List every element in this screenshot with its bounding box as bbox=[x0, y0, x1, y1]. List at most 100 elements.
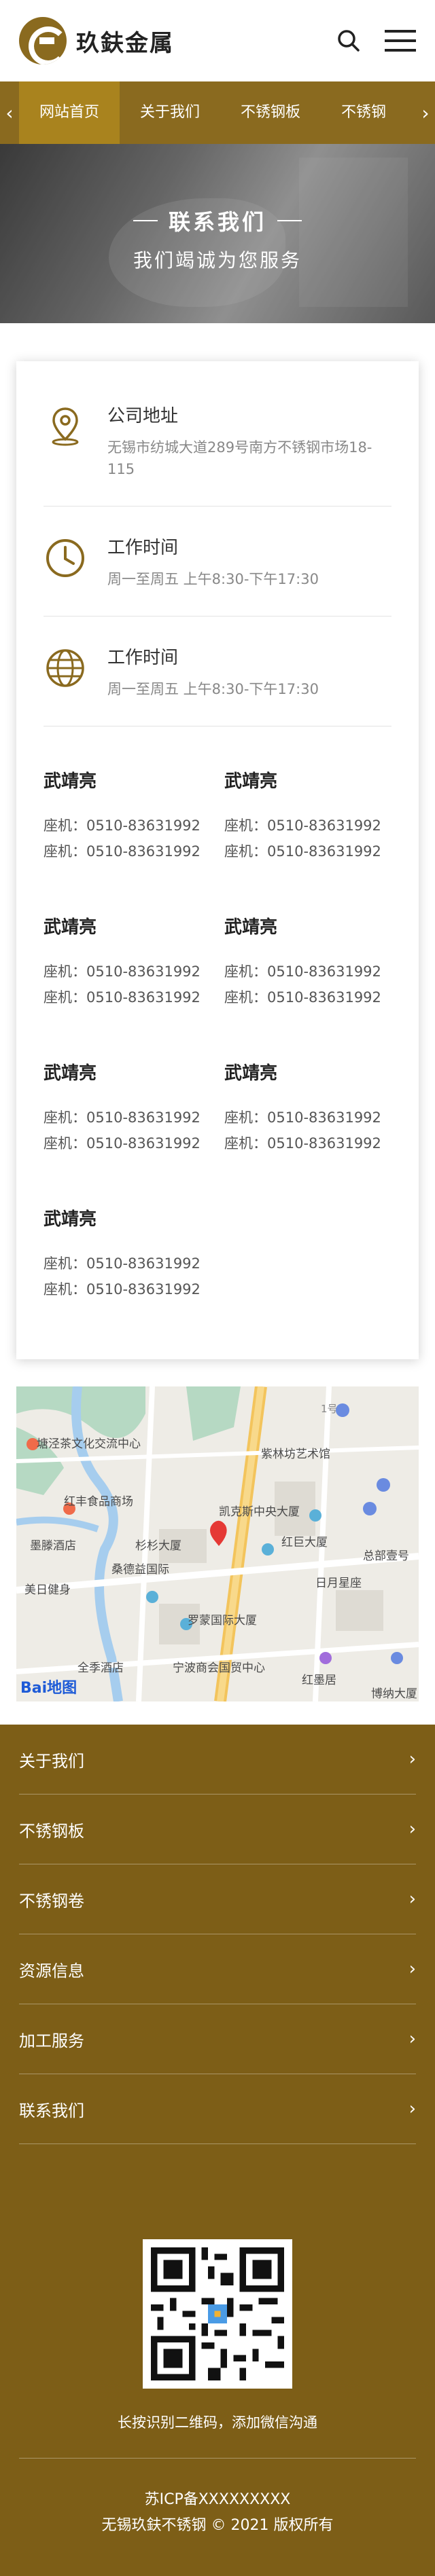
banner-content: 联系我们 我们竭诚为您服务 bbox=[0, 205, 435, 273]
footer-link-stainless-coil[interactable]: 不锈钢卷 › bbox=[19, 1864, 416, 1934]
address-text: 无锡市纺城大道289号南方不锈钢市场18-115 bbox=[107, 439, 372, 477]
hours-block-2: 工作时间 周一至周五 上午8:30-下午17:30 bbox=[107, 644, 319, 700]
footer-link-label: 不锈钢板 bbox=[19, 1821, 84, 1841]
footer-link-stainless-plate[interactable]: 不锈钢板 › bbox=[19, 1795, 416, 1864]
contact-person: 武靖亮 座机：0510-83631992 座机：0510-83631992 bbox=[44, 1198, 211, 1344]
chevron-right-icon: › bbox=[408, 2029, 416, 2049]
nav-item-stainless-plate[interactable]: 不锈钢板 bbox=[220, 81, 321, 144]
person-name: 武靖亮 bbox=[44, 1209, 97, 1230]
person-name: 武靖亮 bbox=[224, 771, 278, 792]
contact-card: 公司地址 无锡市纺城大道289号南方不锈钢市场18-115 工作时间 周一至周五… bbox=[16, 361, 419, 1359]
copyright-text: 无锡玖鈇不锈钢 © 2021 版权所有 bbox=[101, 2517, 334, 2534]
person-phone[interactable]: 座机：0510-83631992 bbox=[44, 985, 211, 1010]
location-map[interactable]: 塘泾茶文化交流中心 红丰食品商场 杉杉大厦 墨滕酒店 美日健身 桑德益国际 凯克… bbox=[16, 1386, 419, 1701]
person-phone[interactable]: 座机：0510-83631992 bbox=[44, 959, 211, 985]
nav-items: 网站首页 关于我们 不锈钢板 不锈钢 bbox=[19, 81, 416, 144]
nav-item-stainless-coil[interactable]: 不锈钢 bbox=[321, 81, 406, 144]
icp-record[interactable]: 苏ICP备XXXXXXXXX bbox=[19, 2487, 416, 2513]
baidu-map-logo: Bai地图 bbox=[20, 1676, 77, 1697]
footer-link-resources[interactable]: 资源信息 › bbox=[19, 1934, 416, 2004]
contact-person: 武靖亮 座机：0510-83631992 座机：0510-83631992 bbox=[224, 760, 392, 906]
map-label: 凯克斯中央大厦 bbox=[219, 1505, 300, 1519]
map-label: 全季酒店 bbox=[77, 1661, 124, 1675]
nav-item-about[interactable]: 关于我们 bbox=[120, 81, 220, 144]
map-label: 红丰食品商场 bbox=[64, 1495, 133, 1509]
person-name: 武靖亮 bbox=[224, 917, 278, 938]
qr-code-icon bbox=[151, 2247, 284, 2380]
header-actions bbox=[337, 29, 416, 53]
page-banner: 联系我们 我们竭诚为您服务 bbox=[0, 144, 435, 323]
hamburger-menu-icon[interactable] bbox=[385, 29, 416, 53]
contact-person: 武靖亮 座机：0510-83631992 座机：0510-83631992 bbox=[44, 760, 211, 906]
map-label: 红墨居 bbox=[302, 1674, 336, 1687]
chevron-right-icon: › bbox=[408, 1819, 416, 1839]
chevron-right-icon: › bbox=[408, 1889, 416, 1909]
hours-row-1: 工作时间 周一至周五 上午8:30-下午17:30 bbox=[44, 507, 392, 617]
person-phone[interactable]: 座机：0510-83631992 bbox=[224, 1105, 392, 1130]
hours-row-2: 工作时间 周一至周五 上午8:30-下午17:30 bbox=[44, 617, 392, 726]
brand-name: 玖鈇金属 bbox=[76, 29, 174, 57]
map-label: 博纳大厦 bbox=[371, 1687, 417, 1701]
person-phone[interactable]: 座机：0510-83631992 bbox=[224, 813, 392, 839]
banner-title-wrap: 联系我们 bbox=[133, 205, 302, 236]
brand-logo[interactable]: 玖鈇金属 bbox=[19, 17, 174, 65]
banner-title-dash-left bbox=[133, 220, 158, 221]
hours-title-2: 工作时间 bbox=[107, 648, 179, 668]
address-block: 公司地址 无锡市纺城大道289号南方不锈钢市场18-115 bbox=[107, 402, 392, 480]
hours-title-1: 工作时间 bbox=[107, 538, 179, 558]
globe-icon bbox=[44, 646, 87, 690]
address-row: 公司地址 无锡市纺城大道289号南方不锈钢市场18-115 bbox=[44, 375, 392, 507]
footer-link-label: 加工服务 bbox=[19, 2031, 84, 2050]
person-phone[interactable]: 座机：0510-83631992 bbox=[224, 959, 392, 985]
contact-person: 武靖亮 座机：0510-83631992 座机：0510-83631992 bbox=[44, 906, 211, 1052]
main-nav: ‹ 网站首页 关于我们 不锈钢板 不锈钢 › bbox=[0, 81, 435, 144]
footer-link-about[interactable]: 关于我们 › bbox=[19, 1725, 416, 1795]
person-name: 武靖亮 bbox=[224, 1063, 278, 1084]
banner-title: 联系我们 bbox=[168, 209, 266, 235]
footer-menu: 关于我们 › 不锈钢板 › 不锈钢卷 › 资源信息 › 加工服务 › 联系我们 › bbox=[0, 1725, 435, 2144]
footer-link-label: 联系我们 bbox=[19, 2101, 84, 2120]
person-phone[interactable]: 座机：0510-83631992 bbox=[224, 1130, 392, 1156]
person-phone[interactable]: 座机：0510-83631992 bbox=[44, 1276, 211, 1302]
contact-persons-grid: 武靖亮 座机：0510-83631992 座机：0510-83631992 武靖… bbox=[44, 726, 392, 1344]
person-phone[interactable]: 座机：0510-83631992 bbox=[44, 813, 211, 839]
address-title: 公司地址 bbox=[107, 406, 179, 426]
nav-item-home[interactable]: 网站首页 bbox=[19, 81, 120, 144]
banner-title-dash-right bbox=[277, 220, 302, 221]
person-phone[interactable]: 座机：0510-83631992 bbox=[224, 985, 392, 1010]
logo-emblem-icon bbox=[19, 17, 67, 65]
nav-next-arrow-icon[interactable]: › bbox=[416, 81, 435, 144]
footer-link-label: 不锈钢卷 bbox=[19, 1891, 84, 1911]
person-name: 武靖亮 bbox=[44, 771, 97, 792]
chevron-right-icon: › bbox=[408, 1959, 416, 1979]
hours-text-2: 周一至周五 上午8:30-下午17:30 bbox=[107, 681, 319, 697]
contact-person: 武靖亮 座机：0510-83631992 座机：0510-83631992 bbox=[44, 1052, 211, 1198]
search-icon[interactable] bbox=[337, 29, 360, 52]
map-label: 紫林坊艺术馆 bbox=[261, 1448, 330, 1461]
location-pin-icon bbox=[44, 405, 87, 448]
map-label: 桑德益国际 bbox=[111, 1563, 169, 1577]
map-label: 宁波商会国贸中心 bbox=[173, 1661, 265, 1675]
footer-link-contact[interactable]: 联系我们 › bbox=[19, 2074, 416, 2144]
chevron-right-icon: › bbox=[408, 1749, 416, 1769]
map-label: 墨滕酒店 bbox=[30, 1539, 76, 1553]
footer-link-label: 关于我们 bbox=[19, 1751, 84, 1771]
map-label: 罗蒙国际大厦 bbox=[188, 1614, 257, 1627]
nav-prev-arrow-icon[interactable]: ‹ bbox=[0, 81, 19, 144]
person-phone[interactable]: 座机：0510-83631992 bbox=[44, 1130, 211, 1156]
footer-link-label: 资源信息 bbox=[19, 1961, 84, 1981]
banner-subtitle: 我们竭诚为您服务 bbox=[133, 249, 302, 272]
site-footer: 关于我们 › 不锈钢板 › 不锈钢卷 › 资源信息 › 加工服务 › 联系我们 › bbox=[0, 1725, 435, 2576]
hours-text-1: 周一至周五 上午8:30-下午17:30 bbox=[107, 571, 319, 587]
person-phone[interactable]: 座机：0510-83631992 bbox=[44, 839, 211, 864]
hours-block-1: 工作时间 周一至周五 上午8:30-下午17:30 bbox=[107, 534, 319, 590]
map-label: 杉杉大厦 bbox=[135, 1539, 181, 1553]
qr-caption: 长按识别二维码，添加微信沟通 bbox=[118, 2414, 317, 2431]
person-phone[interactable]: 座机：0510-83631992 bbox=[44, 1251, 211, 1276]
person-phone[interactable]: 座机：0510-83631992 bbox=[44, 1105, 211, 1130]
person-phone[interactable]: 座机：0510-83631992 bbox=[224, 839, 392, 864]
map-label: 美日健身 bbox=[24, 1583, 71, 1597]
footer-bottom: 苏ICP备XXXXXXXXX 无锡玖鈇不锈钢 © 2021 版权所有 bbox=[19, 2458, 416, 2539]
wechat-qr-code[interactable] bbox=[143, 2239, 292, 2389]
footer-link-processing[interactable]: 加工服务 › bbox=[19, 2004, 416, 2074]
